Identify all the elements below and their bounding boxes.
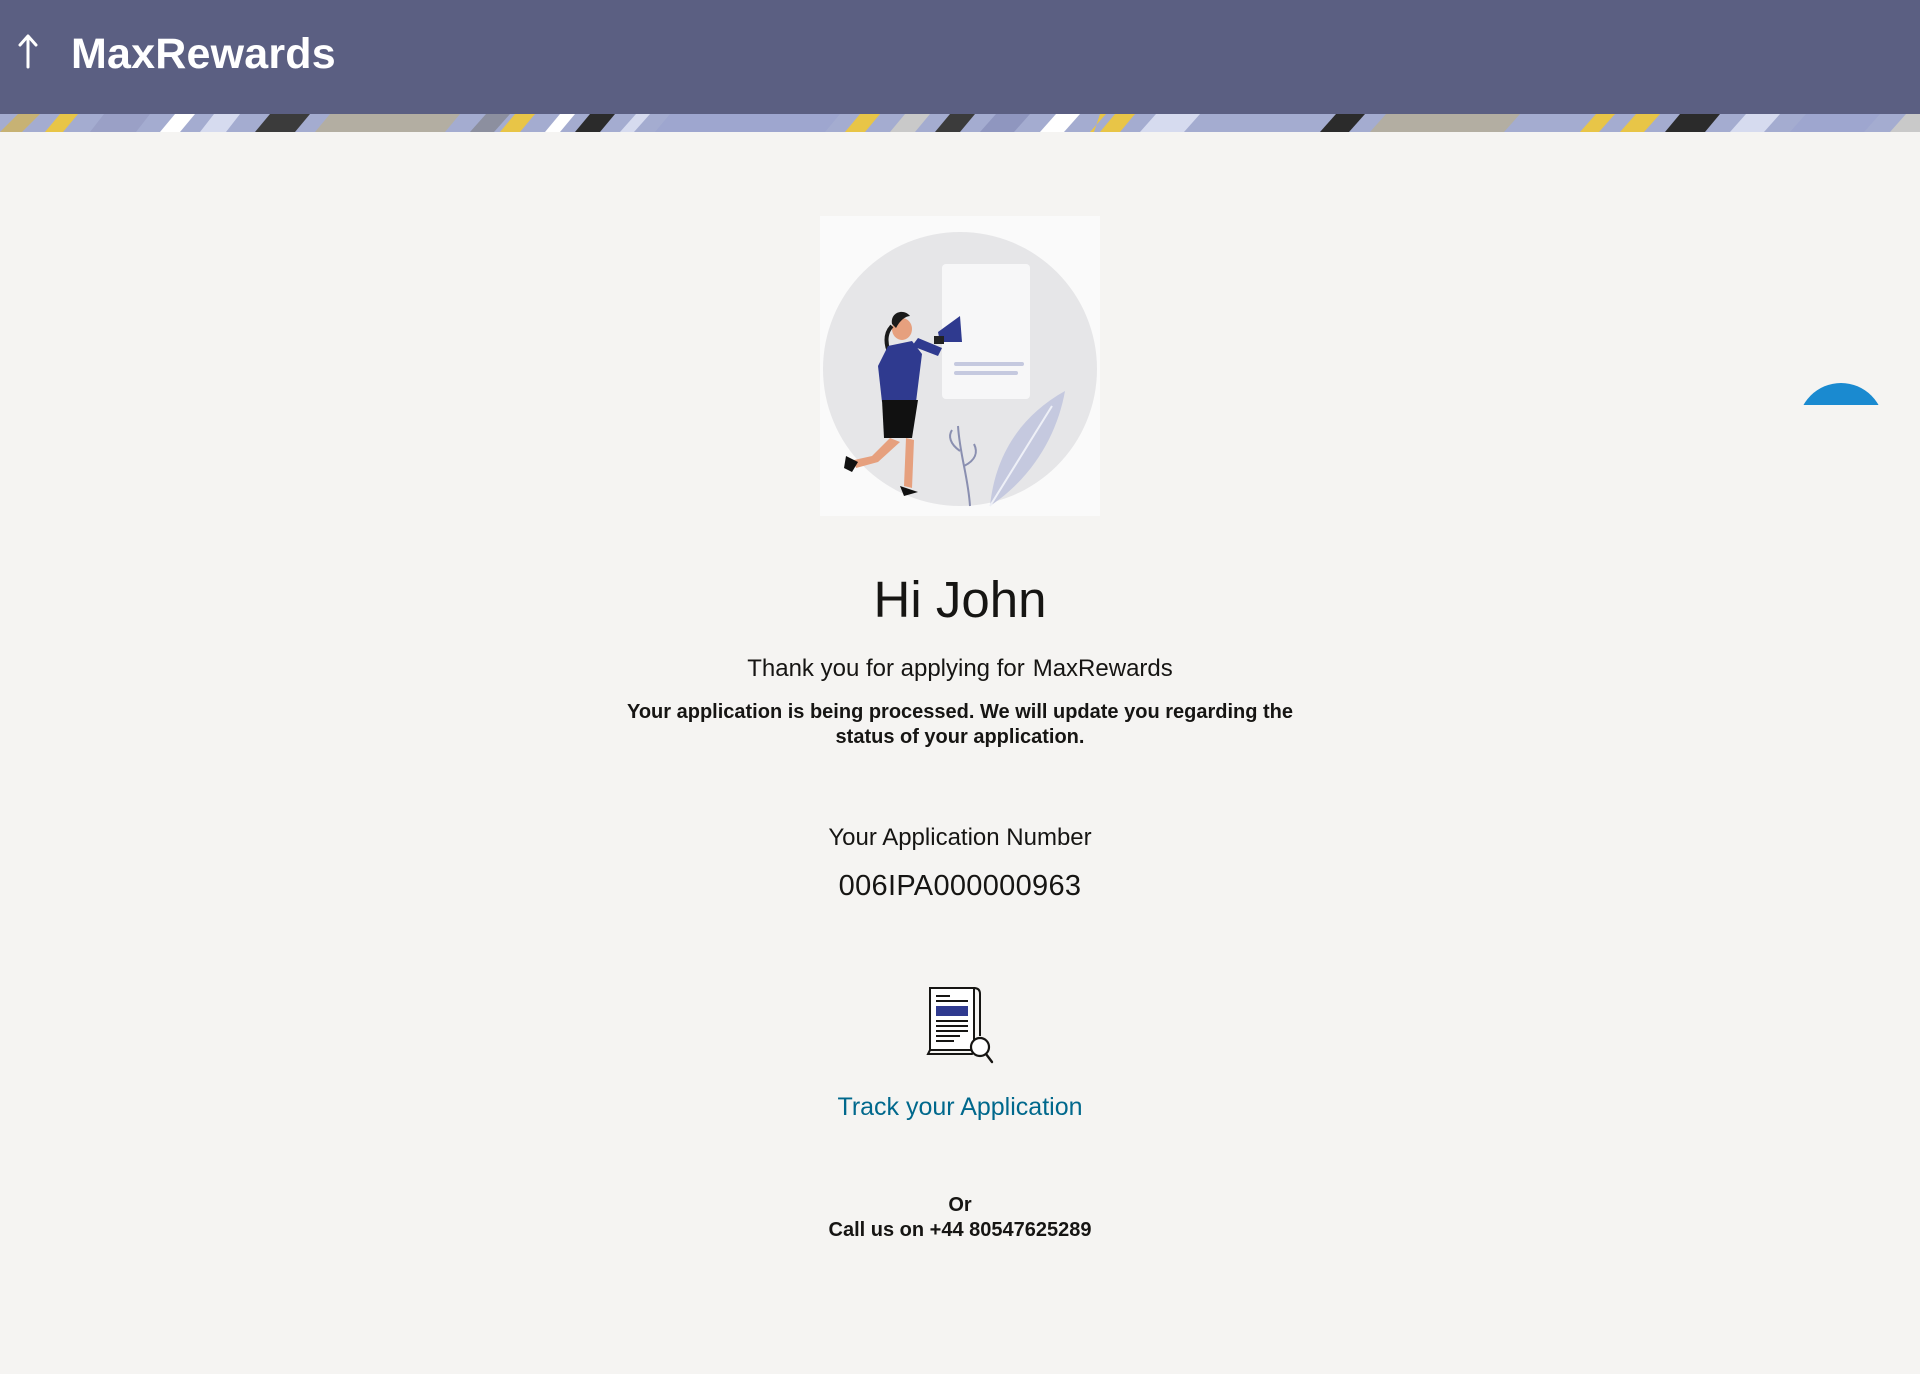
woman-megaphone-illustration (820, 216, 1100, 516)
application-number-label: Your Application Number (828, 824, 1092, 851)
arrow-up-icon (18, 34, 38, 69)
application-number: 006IPA000000963 (838, 870, 1082, 902)
processing-message: Your application is being processed. We … (626, 701, 1294, 748)
call-us-text: Call us on +44 80547625289 (828, 1219, 1092, 1241)
chat-fab-button[interactable] (1798, 383, 1884, 405)
header-pattern-band (0, 114, 1920, 132)
thank-you-line: Thank you for applying for MaxRewards (0, 652, 1920, 686)
page-title: MaxRewards (71, 30, 336, 78)
thank-you-text: Thank you for applying for (747, 655, 1025, 682)
document-search-icon (926, 987, 994, 1064)
chat-bubble-icon (1798, 383, 1884, 405)
track-application-link-row: Track your Application (0, 1090, 1920, 1124)
greeting-heading: Hi John (873, 571, 1047, 628)
success-illustration (820, 216, 1100, 516)
or-separator: Or (948, 1194, 972, 1216)
app-header: MaxRewards (0, 0, 1920, 114)
pattern-graphic (0, 114, 1920, 132)
back-button[interactable] (10, 26, 46, 76)
track-application-icon-wrapper[interactable] (924, 984, 996, 1064)
product-name: MaxRewards (1032, 655, 1173, 682)
track-application-link[interactable]: Track your Application (837, 1093, 1082, 1121)
